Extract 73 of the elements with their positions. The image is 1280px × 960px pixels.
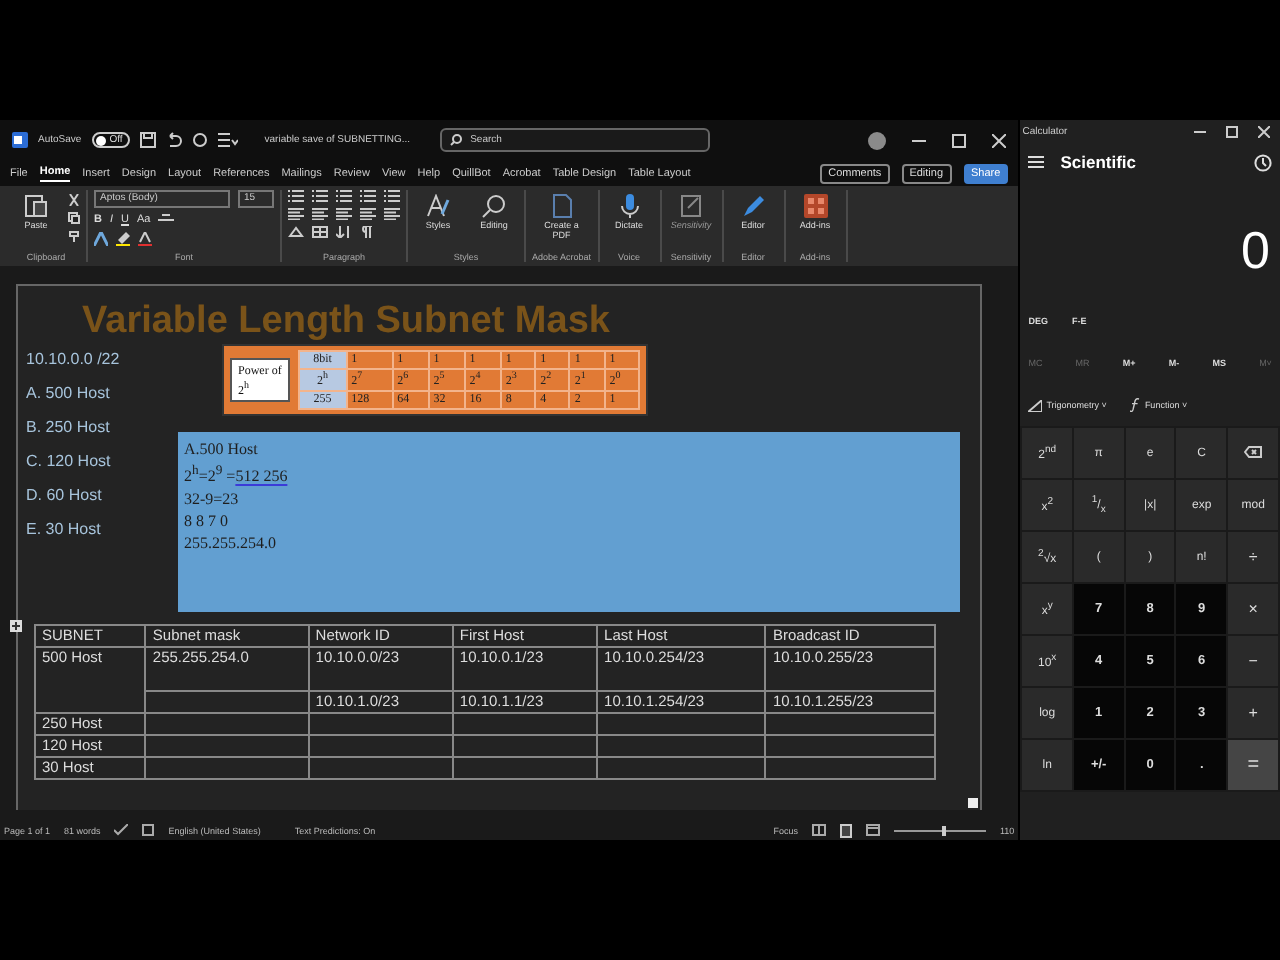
highlighter-icon[interactable]: [116, 232, 130, 246]
align-icon[interactable]: [384, 208, 400, 220]
undo-icon[interactable]: [166, 132, 183, 148]
align-icon[interactable]: [312, 208, 328, 220]
align-icon[interactable]: [360, 208, 376, 220]
shading-icon[interactable]: [288, 226, 304, 238]
align-icon[interactable]: [336, 208, 352, 220]
document-title-heading: Variable Length Subnet Mask: [82, 300, 612, 344]
customize-icon[interactable]: [218, 132, 239, 148]
working-line: 32-9=23: [184, 487, 239, 510]
print-layout-icon[interactable]: [840, 823, 853, 837]
working-line: A.500 Host: [184, 438, 258, 460]
operator-key[interactable]: +: [1228, 688, 1278, 738]
maximize-icon[interactable]: [1226, 126, 1238, 138]
font-color-icon[interactable]: [138, 232, 152, 246]
backspace-button[interactable]: [1228, 428, 1278, 478]
proofing-icon[interactable]: [114, 824, 129, 836]
note-line: E. 30 Host: [26, 518, 103, 540]
search-icon: [450, 134, 463, 146]
avatar-icon[interactable]: [868, 131, 887, 149]
copy-icon[interactable]: [68, 212, 80, 224]
close-icon[interactable]: [992, 133, 1007, 147]
calculator-mode: Scientific: [1060, 152, 1136, 172]
backspace-icon: [1244, 445, 1263, 457]
working-line: 255.255.254.0: [184, 531, 276, 554]
search-icon: [482, 194, 506, 218]
pilcrow-icon[interactable]: [360, 226, 372, 238]
menu-icon[interactable]: [1028, 156, 1045, 168]
clipboard-icon: [24, 194, 48, 218]
note-line: C. 120 Host: [26, 450, 113, 472]
styles-icon: [426, 194, 450, 218]
web-layout-icon[interactable]: [866, 824, 881, 836]
list-icon[interactable]: [336, 190, 352, 202]
label-icon: [679, 194, 704, 218]
list-icon[interactable]: [312, 190, 328, 202]
minimize-icon[interactable]: [1194, 126, 1206, 138]
borders-icon[interactable]: [312, 226, 328, 238]
close-icon[interactable]: [1258, 126, 1270, 138]
sort-icon[interactable]: [336, 226, 352, 238]
note-line: 10.10.0.0 /22: [26, 348, 122, 370]
list-icon[interactable]: [384, 190, 400, 202]
list-icon[interactable]: [288, 190, 304, 202]
microphone-icon: [617, 194, 642, 218]
history-icon[interactable]: [1254, 153, 1272, 171]
working-line: 2$^{h}$=2$^{9}$ =512 256: [184, 462, 288, 488]
word-logo-icon: [12, 132, 28, 148]
table-resize-handle[interactable]: [968, 798, 979, 808]
text-effects-icon[interactable]: [94, 232, 108, 246]
operator-key[interactable]: −: [1228, 636, 1278, 686]
zoom-slider[interactable]: [942, 825, 947, 835]
operator-key[interactable]: ×: [1228, 584, 1278, 634]
working-line: 8 8 7 0: [184, 509, 228, 532]
list-icon[interactable]: [360, 190, 376, 202]
table-move-handle-icon[interactable]: [10, 620, 22, 632]
strikethrough-icon[interactable]: [158, 214, 175, 226]
save-icon[interactable]: [140, 132, 157, 148]
equals-key[interactable]: =: [1228, 740, 1278, 790]
maximize-icon[interactable]: [952, 133, 967, 147]
note-line: D. 60 Host: [26, 484, 104, 506]
note-line: B. 250 Host: [26, 416, 112, 438]
document-icon: [549, 194, 574, 218]
format-painter-icon[interactable]: [68, 230, 80, 242]
function-icon: [1130, 398, 1141, 412]
align-icon[interactable]: [288, 208, 304, 220]
read-mode-icon[interactable]: [812, 824, 827, 836]
note-line: A. 500 Host: [26, 382, 112, 404]
accessibility-icon[interactable]: [142, 824, 155, 836]
triangle-icon: [1028, 399, 1043, 411]
calculator-display: 0: [1239, 218, 1272, 284]
pen-icon: [741, 194, 766, 218]
operator-key[interactable]: ÷: [1228, 532, 1278, 582]
cut-icon[interactable]: [68, 194, 80, 206]
grid-icon: [803, 194, 828, 218]
